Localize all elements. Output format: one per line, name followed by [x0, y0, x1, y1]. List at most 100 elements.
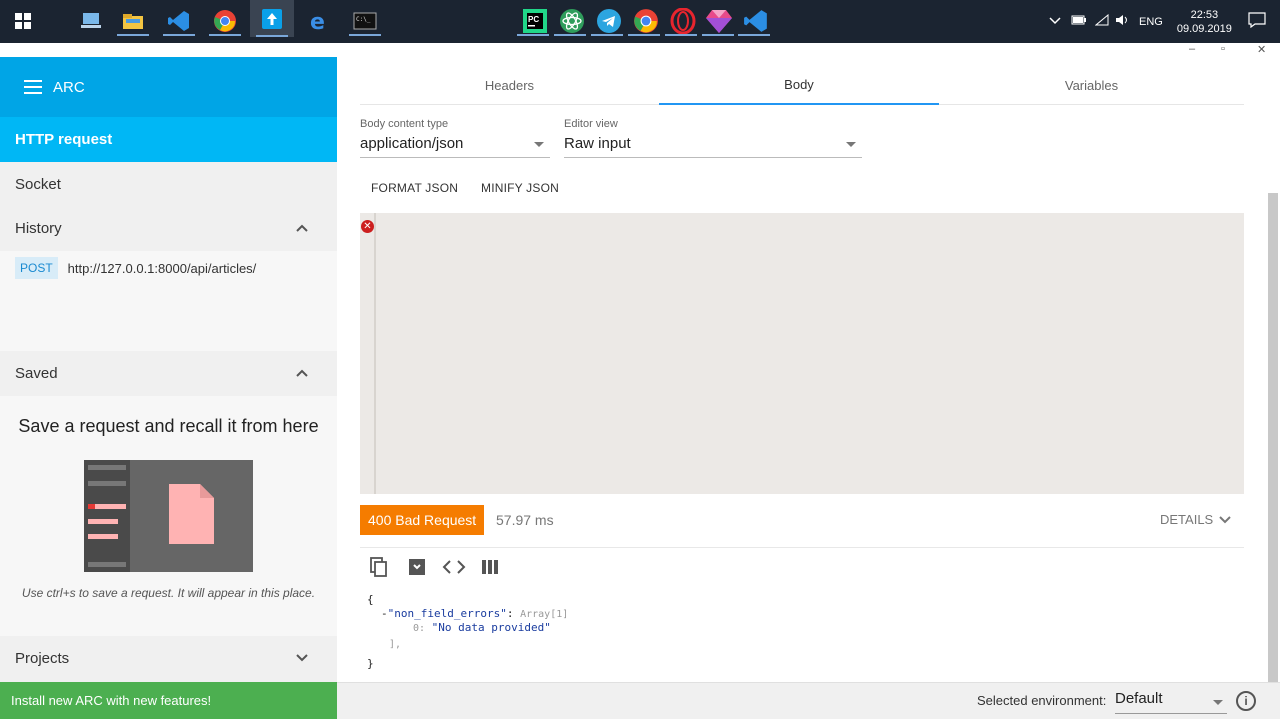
gem-app-icon[interactable] [702, 6, 734, 36]
svg-text:C:\_: C:\_ [356, 16, 371, 23]
json-key: "non_field_errors" [387, 607, 507, 620]
status-badge: 400 Bad Request [360, 505, 485, 535]
app-title: ARC [53, 78, 85, 96]
chevron-up-icon[interactable] [295, 366, 309, 380]
dropdown-arrow-icon [846, 142, 856, 147]
clock[interactable]: 22:53 09.09.2019 [1177, 8, 1232, 36]
environment-select[interactable]: Default [1115, 690, 1227, 714]
tab-variables[interactable]: Variables [939, 65, 1244, 105]
copy-icon[interactable] [367, 555, 391, 579]
editor-gutter [374, 213, 376, 494]
response-time: 57.97 ms [496, 512, 554, 528]
nav-socket[interactable]: Socket [0, 162, 337, 207]
editor-view-select[interactable]: Raw input [564, 130, 862, 158]
chevron-up-icon[interactable] [295, 221, 309, 235]
saved-empty-state: Save a request and recall it from here U… [0, 396, 337, 636]
content-type-select[interactable]: application/json [360, 130, 550, 158]
format-json-button[interactable]: FORMAT JSON [371, 181, 458, 195]
chevron-up-icon[interactable] [1049, 16, 1061, 28]
divider [360, 547, 1244, 548]
chevron-down-icon [1219, 515, 1231, 523]
error-icon: ✕ [361, 220, 374, 233]
notification-icon[interactable] [1248, 12, 1266, 31]
vscode-icon[interactable] [738, 6, 771, 36]
saved-hint: Use ctrl+s to save a request. It will ap… [21, 586, 316, 600]
clock-date: 09.09.2019 [1176, 22, 1232, 35]
history-item[interactable]: POST http://127.0.0.1:8000/api/articles/ [15, 257, 256, 279]
dropdown-arrow-icon [534, 142, 544, 147]
chevron-down-icon[interactable] [295, 651, 309, 665]
json-colon: : [506, 607, 514, 620]
restore-button[interactable]: ▫ [1221, 43, 1225, 55]
windows-start-icon[interactable] [8, 6, 38, 36]
sidebar-header: ARC [0, 57, 337, 117]
language-indicator[interactable]: ENG [1139, 16, 1163, 28]
windows-taskbar: e C:\_ PC ENG 22:53 09.09.2019 [0, 0, 1280, 43]
json-close-brace: } [367, 657, 374, 670]
saved-illustration [84, 460, 253, 572]
saved-empty-title: Save a request and recall it from here [18, 416, 319, 436]
nav-http-request[interactable]: HTTP request [0, 117, 337, 162]
wifi-icon[interactable] [1094, 13, 1109, 29]
json-open-brace: { [367, 593, 374, 606]
nav-saved-label: Saved [15, 365, 58, 382]
system-tray: ENG 22:53 09.09.2019 [1049, 0, 1266, 43]
content-type-value: application/json [360, 135, 464, 152]
close-button[interactable]: ✕ [1257, 43, 1266, 56]
tab-body[interactable]: Body [659, 65, 939, 105]
editor-view-value: Raw input [564, 135, 631, 152]
pycharm-icon[interactable]: PC [517, 6, 550, 36]
vscode-icon[interactable] [163, 6, 195, 36]
json-line-item: 0: "No data provided" [413, 621, 551, 634]
svg-text:e: e [310, 10, 325, 32]
nav-saved[interactable]: Saved [0, 351, 337, 396]
footer: Selected environment: Default i [337, 682, 1280, 719]
opera-icon[interactable] [665, 6, 698, 36]
tab-headers[interactable]: Headers [360, 65, 659, 105]
json-index: 0: [413, 623, 426, 634]
chrome-icon[interactable] [209, 6, 241, 36]
atom-icon[interactable] [554, 6, 587, 36]
window-top-strip [0, 43, 337, 57]
file-explorer-icon[interactable] [117, 6, 149, 36]
nav-projects-label: Projects [15, 650, 70, 667]
body-editor[interactable] [360, 213, 1244, 494]
arc-app-icon[interactable] [250, 0, 294, 37]
json-array-close: ], [389, 639, 402, 650]
minimize-button[interactable]: – [1189, 43, 1195, 55]
details-label: DETAILS [1160, 512, 1214, 527]
nav-history-label: History [15, 220, 62, 237]
volume-icon[interactable] [1115, 14, 1131, 29]
details-button[interactable]: DETAILS [1160, 512, 1232, 527]
save-response-icon[interactable] [405, 555, 429, 579]
columns-icon[interactable] [479, 555, 503, 579]
env-label: Selected environment: [977, 693, 1107, 708]
history-url: http://127.0.0.1:8000/api/articles/ [67, 260, 257, 276]
sidebar: ARC HTTP request Socket History POST htt… [0, 43, 337, 719]
terminal-icon[interactable]: C:\_ [349, 6, 381, 36]
battery-icon[interactable] [1071, 15, 1087, 28]
telegram-icon[interactable] [591, 6, 624, 36]
clock-time: 22:53 [1190, 8, 1219, 21]
nav-history[interactable]: History [0, 206, 337, 251]
computer-icon[interactable] [76, 6, 106, 36]
install-banner[interactable]: Install new ARC with new features! [0, 682, 337, 719]
history-list: POST http://127.0.0.1:8000/api/articles/ [0, 251, 337, 351]
hamburger-menu-icon[interactable] [24, 80, 42, 94]
info-icon[interactable]: i [1236, 691, 1256, 711]
main-panel: – ▫ ✕ Headers Body Variables Body conten… [337, 43, 1280, 719]
chrome-icon[interactable] [628, 6, 661, 36]
code-icon[interactable] [442, 555, 466, 579]
request-tabs: Headers Body Variables [360, 65, 1244, 105]
collapse-toggle[interactable]: - [381, 607, 388, 620]
minify-json-button[interactable]: MINIFY JSON [481, 181, 559, 195]
json-type: Array[1] [520, 609, 569, 620]
dropdown-arrow-icon [1213, 700, 1223, 705]
method-badge: POST [15, 257, 58, 279]
edge-icon[interactable]: e [304, 6, 334, 36]
arc-window: ARC HTTP request Socket History POST htt… [0, 43, 1280, 719]
scrollbar[interactable] [1268, 193, 1278, 683]
json-value: "No data provided" [431, 621, 551, 634]
nav-projects[interactable]: Projects [0, 636, 337, 681]
json-line-key: -"non_field_errors": Array[1] [381, 607, 568, 620]
